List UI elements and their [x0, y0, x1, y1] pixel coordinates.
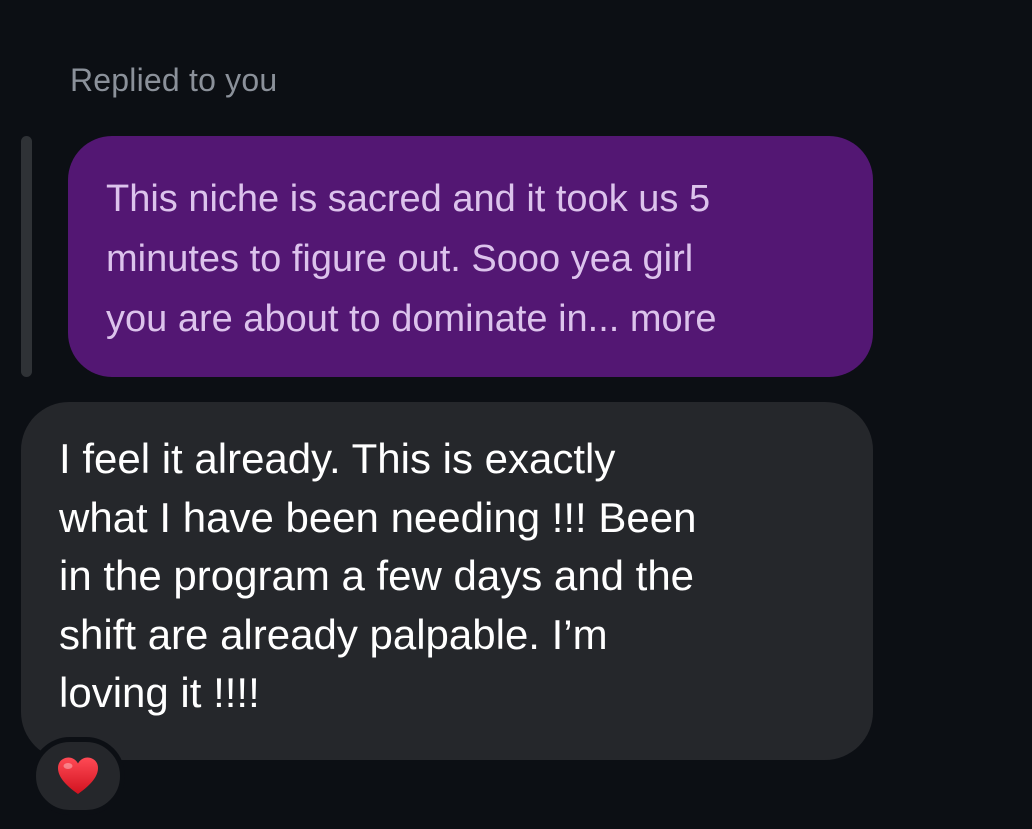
- message-bubble[interactable]: I feel it already. This is exactly what …: [21, 402, 873, 760]
- quoted-message-line: you are about to dominate in... more: [106, 289, 843, 349]
- quoted-message-line: This niche is sacred and it took us 5: [106, 178, 711, 220]
- message-line: in the program a few days and the: [59, 552, 695, 599]
- replied-to-you-label: Replied to you: [70, 62, 278, 98]
- message-line: shift are already palpable. I’m: [59, 610, 608, 658]
- message-line: loving it !!!!: [59, 669, 260, 716]
- quoted-message-text: you are about to dominate in...: [106, 298, 620, 340]
- quoted-message-bubble[interactable]: This niche is sacred and it took us 5 mi…: [68, 136, 873, 377]
- red-heart-icon: [58, 757, 98, 794]
- message-line: what I have been needing !!! Been: [59, 493, 697, 541]
- message-thread: Replied to you This niche is sacred and …: [0, 0, 1032, 829]
- reply-indicator-bar: [21, 136, 32, 377]
- reaction-badge[interactable]: [31, 737, 125, 815]
- message-line: I feel it already. This is exactly: [59, 435, 616, 482]
- quoted-message-line: minutes to figure out. Sooo yea girl: [106, 238, 694, 280]
- more-link[interactable]: more: [630, 298, 717, 340]
